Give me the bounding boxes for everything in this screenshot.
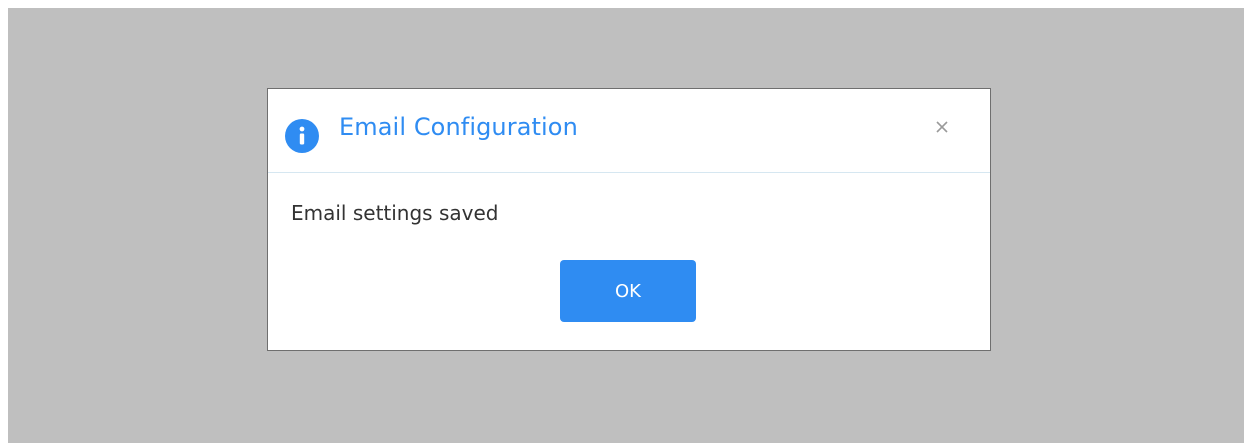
email-configuration-dialog: Email Configuration Email settings saved… xyxy=(267,88,991,351)
close-button[interactable] xyxy=(928,113,956,141)
dialog-title: Email Configuration xyxy=(339,113,578,141)
close-icon xyxy=(936,121,948,133)
dialog-message: Email settings saved xyxy=(291,201,499,225)
info-icon xyxy=(285,119,319,153)
dialog-header: Email Configuration xyxy=(268,89,990,173)
ok-button[interactable]: OK xyxy=(560,260,696,322)
